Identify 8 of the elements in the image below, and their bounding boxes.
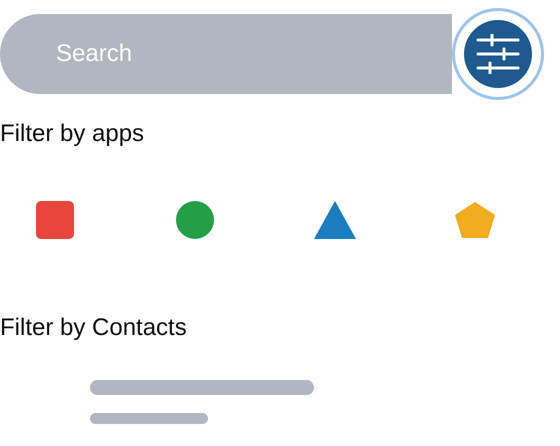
triangle-icon[interactable] <box>314 201 356 239</box>
section-heading: Filter by Contacts <box>0 314 188 342</box>
sliders-icon <box>476 34 520 74</box>
pentagon-icon[interactable] <box>455 202 495 238</box>
search-field[interactable]: Search <box>0 14 452 94</box>
circle-icon[interactable] <box>176 201 214 239</box>
section-heading: Filter by apps <box>0 120 146 148</box>
filter-button[interactable] <box>464 20 532 88</box>
